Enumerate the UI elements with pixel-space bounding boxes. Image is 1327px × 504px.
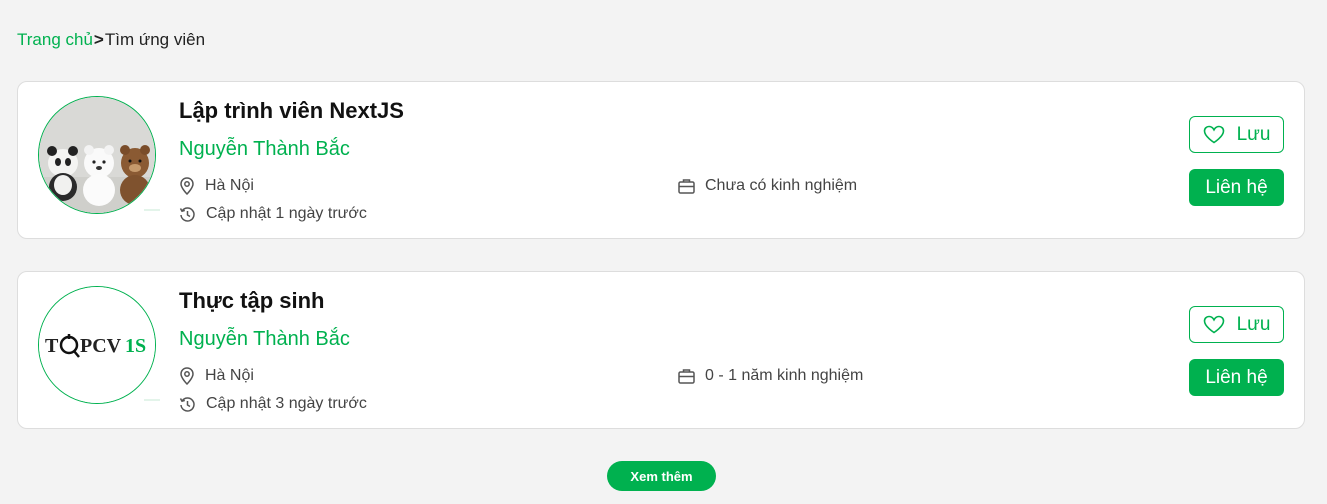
heart-icon <box>1203 125 1224 144</box>
bear-plush-photo <box>39 97 155 213</box>
history-icon <box>179 206 195 222</box>
breadcrumb-current: Tìm ứng viên <box>104 30 206 49</box>
updated-text: Cập nhật 3 ngày trước <box>206 395 367 412</box>
contact-button[interactable]: Liên hệ <box>1189 169 1284 206</box>
experience-text: Chưa có kinh nghiệm <box>705 177 858 194</box>
experience: Chưa có kinh nghiệm <box>678 177 857 195</box>
breadcrumb: Trang chủ > Tìm ứng viên <box>17 30 205 50</box>
history-icon <box>179 396 195 412</box>
location-icon <box>180 177 194 195</box>
heart-icon <box>1203 315 1224 334</box>
avatar-decoration <box>144 209 160 211</box>
briefcase-icon <box>678 369 695 384</box>
save-label: Lưu <box>1236 123 1271 145</box>
breadcrumb-separator: > <box>93 30 104 49</box>
save-button[interactable]: Lưu <box>1189 116 1284 153</box>
breadcrumb-home-link[interactable]: Trang chủ <box>17 30 93 50</box>
candidate-card[interactable]: Lập trình viên NextJS Nguyễn Thành Bắc H… <box>17 81 1305 239</box>
updated-text: Cập nhật 1 ngày trước <box>206 205 367 222</box>
logo-letters-1s: 1S <box>125 335 146 357</box>
candidate-avatar[interactable] <box>38 96 156 214</box>
updated-time: Cập nhật 3 ngày trước <box>179 395 367 413</box>
load-more-button[interactable]: Xem thêm <box>607 461 716 491</box>
candidate-name[interactable]: Nguyễn Thành Bắc <box>179 138 350 161</box>
avatar-decoration <box>144 399 160 401</box>
job-title[interactable]: Lập trình viên NextJS <box>179 98 404 124</box>
candidate-avatar[interactable]: T PCV 1S <box>38 286 156 404</box>
location-text: Hà Nội <box>205 367 254 384</box>
briefcase-icon <box>678 179 695 194</box>
experience-text: 0 - 1 năm kinh nghiệm <box>705 367 864 384</box>
location-icon <box>180 367 194 385</box>
location: Hà Nội <box>179 367 254 385</box>
contact-button[interactable]: Liên hệ <box>1189 359 1284 396</box>
experience: 0 - 1 năm kinh nghiệm <box>678 367 863 385</box>
job-title[interactable]: Thực tập sinh <box>179 288 325 314</box>
logo-letters-pcv: PCV <box>80 335 122 357</box>
candidate-name[interactable]: Nguyễn Thành Bắc <box>179 328 350 351</box>
company-logo: T PCV 1S <box>39 287 155 403</box>
save-button[interactable]: Lưu <box>1189 306 1284 343</box>
location: Hà Nội <box>179 177 254 195</box>
save-label: Lưu <box>1236 313 1271 335</box>
updated-time: Cập nhật 1 ngày trước <box>179 205 367 223</box>
logo-letter-t: T <box>45 335 59 357</box>
location-text: Hà Nội <box>205 177 254 194</box>
candidate-card[interactable]: T PCV 1S Thực tập sinh Nguyễn Thành Bắc … <box>17 271 1305 429</box>
